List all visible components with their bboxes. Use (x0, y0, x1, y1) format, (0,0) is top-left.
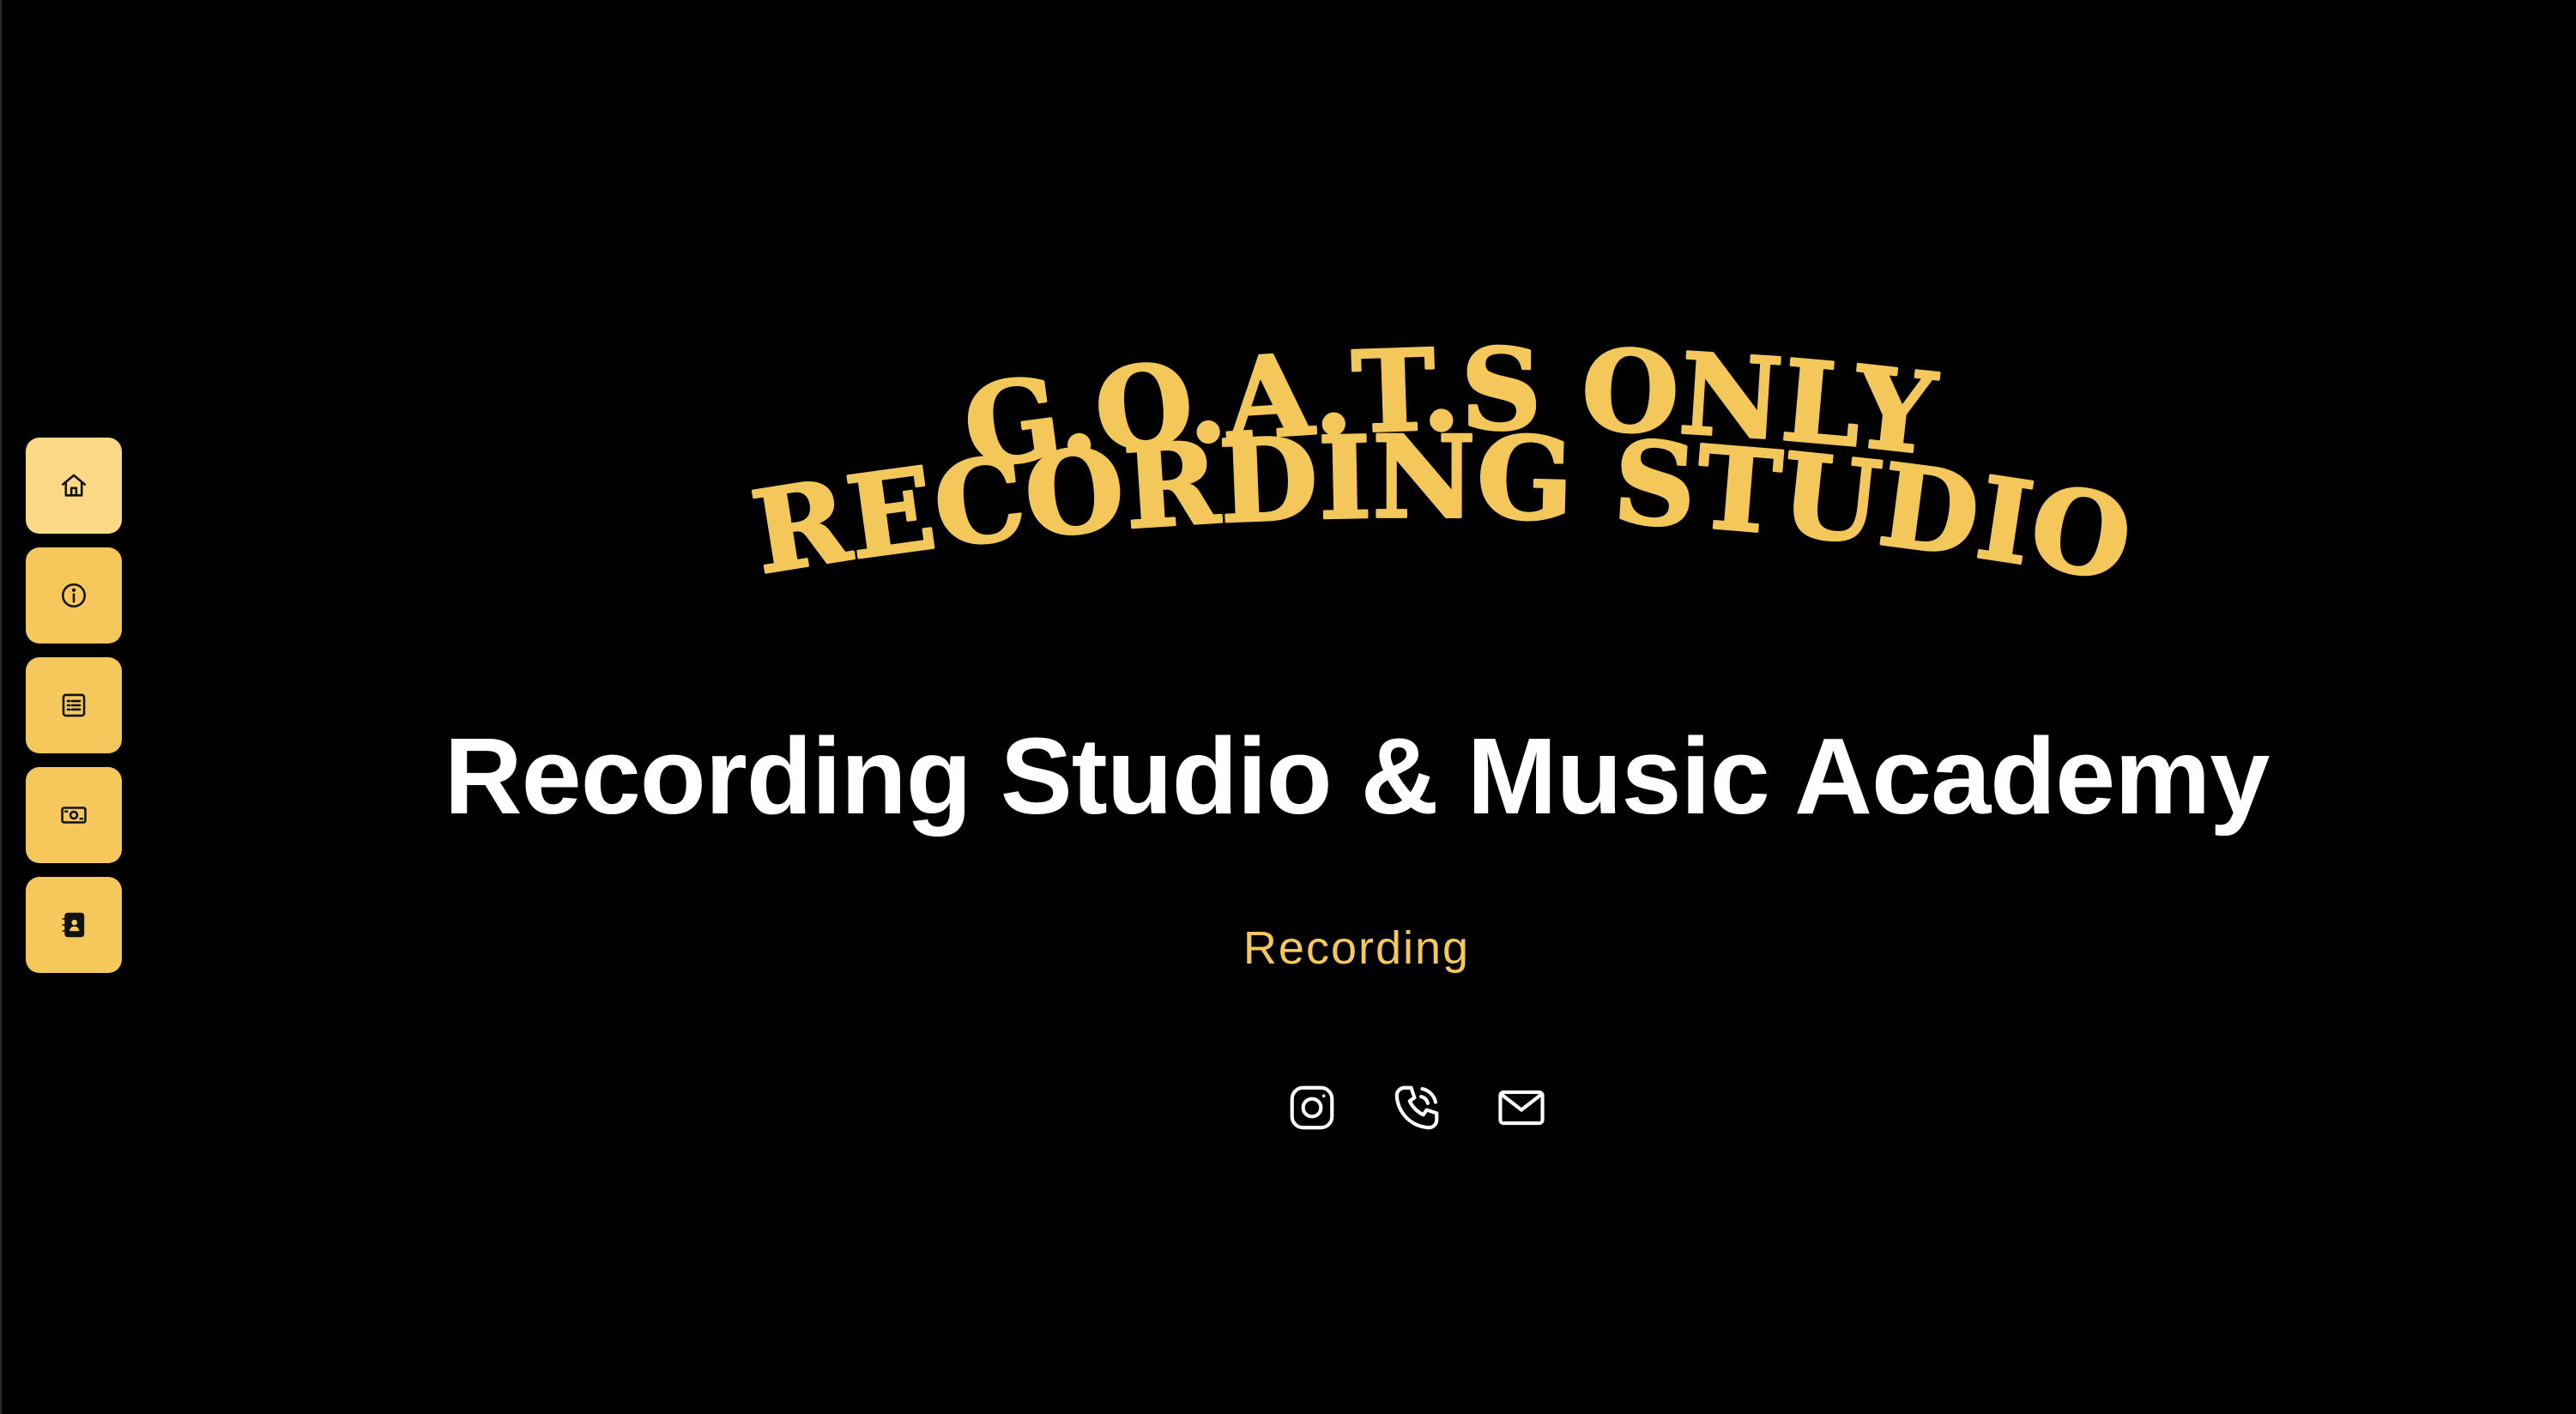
logo-line-2: RECORDING STUDIO (744, 411, 2140, 607)
nav-about-button[interactable] (26, 547, 122, 644)
nav-home-button[interactable] (26, 438, 122, 534)
mail-icon (1495, 1081, 1548, 1134)
phone-icon (1390, 1081, 1443, 1134)
sidebar-nav (26, 438, 122, 973)
studio-logo: G.O.A.T.S ONLY RECORDING STUDIO (601, 343, 2265, 644)
studio-logo-graphic: G.O.A.T.S ONLY RECORDING STUDIO (743, 343, 2142, 608)
social-links (1285, 1081, 1548, 1134)
instagram-link[interactable] (1285, 1081, 1339, 1134)
home-icon (59, 471, 88, 500)
email-link[interactable] (1495, 1081, 1548, 1134)
hero-headline: Recording Studio & Music Academy (444, 716, 2271, 837)
phone-link[interactable] (1390, 1081, 1443, 1134)
instagram-icon (1285, 1081, 1339, 1134)
page-edge (0, 0, 2, 1414)
typed-subtitle: Recording (1243, 922, 1471, 974)
info-icon (59, 581, 88, 610)
